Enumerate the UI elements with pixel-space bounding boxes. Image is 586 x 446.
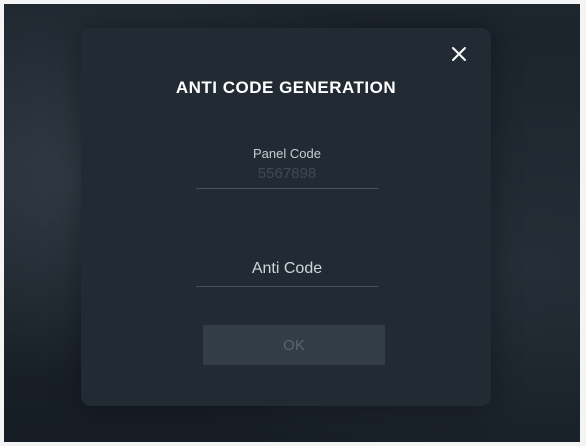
- ok-button[interactable]: OK: [203, 325, 385, 365]
- panel-code-label: Panel Code: [253, 146, 321, 161]
- panel-code-field: Panel Code: [196, 146, 378, 189]
- dialog-title: ANTI CODE GENERATION: [175, 78, 397, 97]
- anti-code-input[interactable]: [196, 256, 378, 287]
- panel-code-input[interactable]: [196, 161, 378, 189]
- screen-background: ANTI CODE GENERATION Panel Code OK: [0, 0, 586, 446]
- anti-code-field: [196, 256, 378, 287]
- anti-code-dialog: ANTI CODE GENERATION Panel Code OK: [81, 28, 491, 406]
- close-button[interactable]: [447, 42, 471, 66]
- close-icon: [452, 47, 466, 61]
